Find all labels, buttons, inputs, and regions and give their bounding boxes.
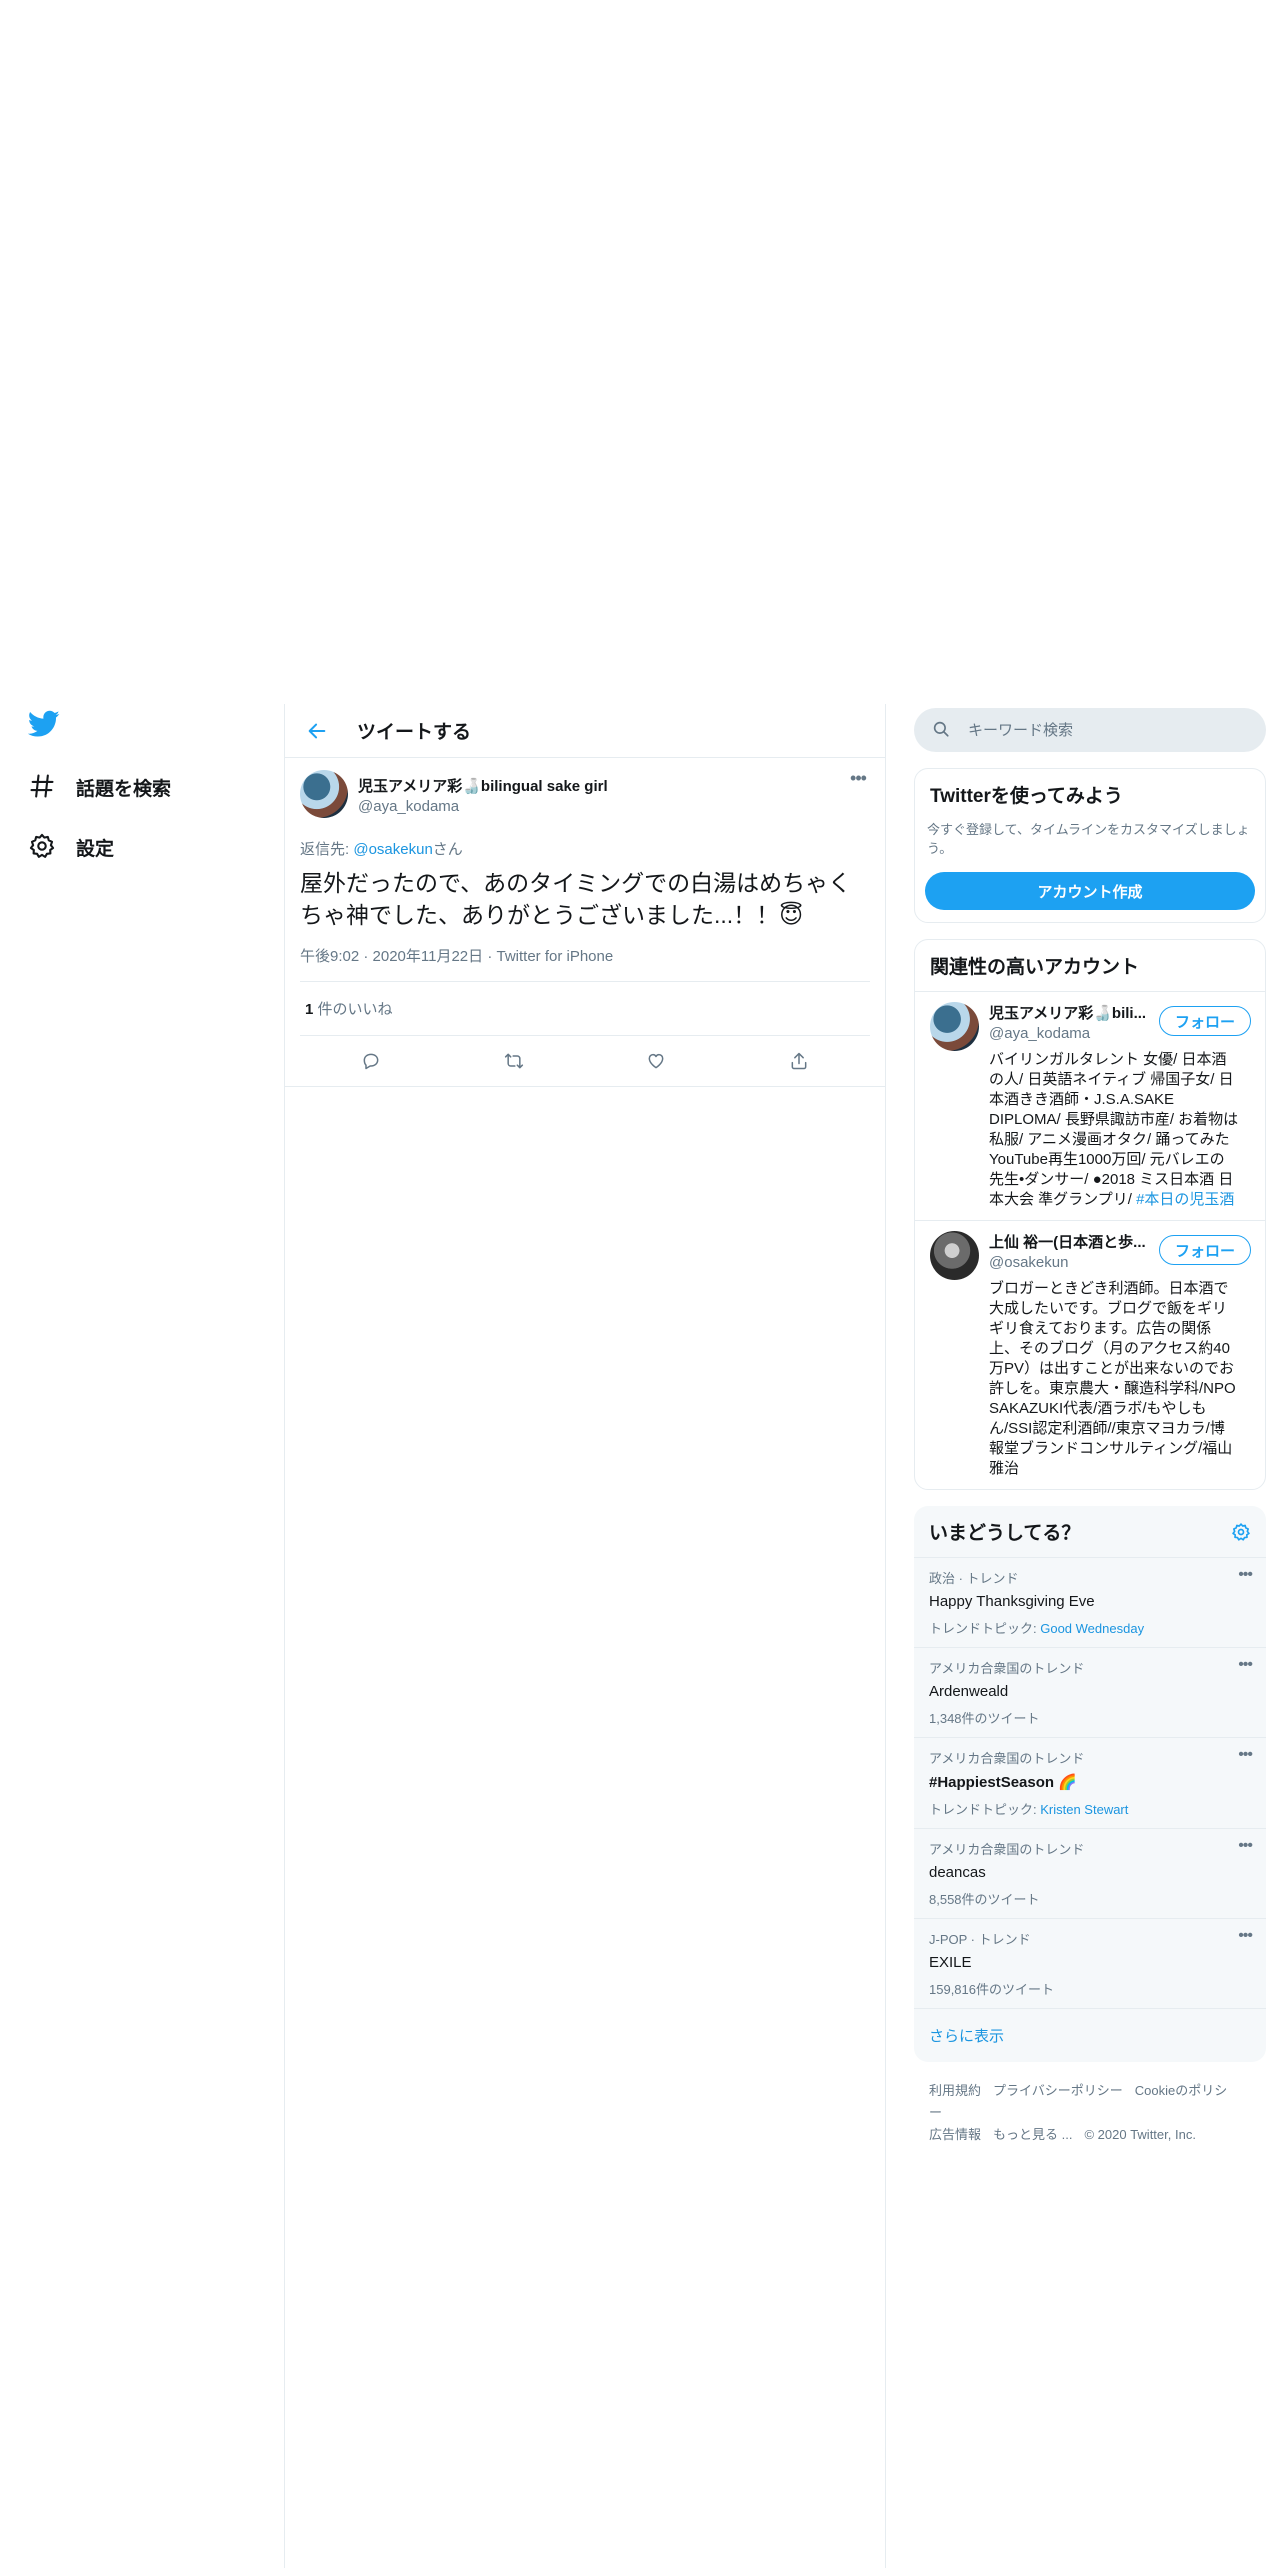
trend-item[interactable]: 政治 · トレンド Happy Thanksgiving Eve トレンドトピッ… bbox=[914, 1558, 1266, 1648]
trend-sub-label: トレンドトピック: bbox=[929, 1802, 1041, 1817]
trends-card: いまどうしてる？ 政治 · トレンド Happy Thanksgiving Ev… bbox=[914, 1506, 1266, 2062]
page-title: ツイートする bbox=[357, 722, 472, 743]
follow-button[interactable]: フォロー bbox=[1158, 1006, 1251, 1036]
footer: 利用規約 プライバシーポリシー Cookieのポリシー 広告情報 もっと見る ... ©… bbox=[914, 2080, 1266, 2146]
follow-button[interactable]: フォロー bbox=[1158, 1235, 1251, 1265]
trend-item[interactable]: アメリカ合衆国のトレンド #HappiestSeason 🌈 トレンドトピック:… bbox=[914, 1738, 1266, 1829]
trend-context: 政治 · トレンド bbox=[929, 1571, 1019, 1586]
avatar[interactable] bbox=[300, 770, 348, 818]
author-handle[interactable]: @aya_kodama bbox=[358, 798, 608, 815]
reply-button[interactable] bbox=[353, 1043, 389, 1079]
account-bio: ブロガーときどき利酒師。日本酒で大成したいです。ブログで飯をギリギリ食えておりま… bbox=[989, 1280, 1236, 1477]
avatar[interactable] bbox=[930, 1231, 979, 1280]
footer-terms-link[interactable]: 利用規約 bbox=[929, 2083, 981, 2098]
right-sidebar: Twitterを使ってみよう 今すぐ登録して、タイムラインをカスタマイズしましょ… bbox=[914, 704, 1266, 2146]
signup-card: Twitterを使ってみよう 今すぐ登録して、タイムラインをカスタマイズしましょ… bbox=[914, 768, 1266, 923]
hashtag-icon bbox=[28, 772, 58, 802]
trend-name: deancas bbox=[929, 1864, 986, 1881]
trend-subtext: トレンドトピック: Good Wednesday bbox=[929, 1618, 1251, 1637]
more-options-icon[interactable]: ••• bbox=[1238, 1656, 1253, 1674]
signup-title: Twitterを使ってみよう bbox=[930, 786, 1123, 807]
more-options-icon[interactable]: ••• bbox=[845, 769, 871, 792]
trend-item[interactable]: J-POP · トレンド EXILE 159,816件のツイート ••• bbox=[914, 1919, 1266, 2009]
reply-suffix: さん bbox=[432, 841, 463, 858]
account-name[interactable]: 児玉アメリア彩🍶bili... bbox=[989, 1002, 1149, 1023]
trend-subtext: 8,558件のツイート bbox=[929, 1892, 1040, 1907]
trend-sub-label: トレンドトピック: bbox=[929, 1621, 1041, 1636]
trends-settings-gear-icon[interactable] bbox=[1231, 1522, 1251, 1542]
more-options-icon[interactable]: ••• bbox=[1238, 1746, 1253, 1764]
twitter-bird-icon[interactable] bbox=[28, 710, 64, 746]
main-header: ツイートする bbox=[285, 704, 885, 758]
likes-label: 件のいいね bbox=[313, 1001, 393, 1018]
heart-icon bbox=[646, 1051, 666, 1071]
show-more-link[interactable]: さらに表示 bbox=[914, 2009, 1266, 2062]
more-options-icon[interactable]: ••• bbox=[1238, 1837, 1253, 1855]
trend-name: #HappiestSeason 🌈 bbox=[929, 1774, 1077, 1791]
tweet-detail: 児玉アメリア彩🍶bilingual sake girl @aya_kodama … bbox=[285, 758, 885, 1085]
bio-hashtag-link[interactable]: #本日の児玉酒 bbox=[1136, 1191, 1234, 1208]
back-button[interactable] bbox=[299, 713, 335, 749]
back-arrow-icon bbox=[306, 720, 328, 742]
divider bbox=[285, 1086, 885, 1087]
trend-subtext: 159,816件のツイート bbox=[929, 1982, 1054, 1997]
trend-topic-link[interactable]: Kristen Stewart bbox=[1040, 1802, 1128, 1817]
author-name[interactable]: 児玉アメリア彩🍶bilingual sake girl bbox=[358, 775, 608, 796]
copyright: © 2020 Twitter, Inc. bbox=[1084, 2127, 1196, 2142]
gear-icon bbox=[28, 832, 58, 862]
related-account[interactable]: 児玉アメリア彩🍶bili... @aya_kodama バイリンガルタレント 女… bbox=[915, 991, 1265, 1220]
trend-name: EXILE bbox=[929, 1954, 972, 1971]
create-account-button[interactable]: アカウント作成 bbox=[925, 872, 1255, 910]
search-input[interactable] bbox=[966, 720, 1250, 740]
reply-to: 返信先: @osakekunさん bbox=[300, 838, 870, 859]
trend-context: J-POP · トレンド bbox=[929, 1932, 1031, 1947]
retweet-button[interactable] bbox=[496, 1043, 532, 1079]
nav-settings[interactable]: 設定 bbox=[28, 829, 114, 865]
share-button[interactable] bbox=[781, 1043, 817, 1079]
trends-title: いまどうしてる？ bbox=[929, 1523, 1081, 1544]
more-options-icon[interactable]: ••• bbox=[1238, 1927, 1253, 1945]
likes-count[interactable]: 1 件のいいね bbox=[300, 982, 870, 1036]
footer-more-link[interactable]: もっと見る ... bbox=[993, 2127, 1072, 2142]
trend-topic-link[interactable]: Good Wednesday bbox=[1040, 1621, 1144, 1636]
footer-privacy-link[interactable]: プライバシーポリシー bbox=[993, 2083, 1123, 2098]
trend-context: アメリカ合衆国のトレンド bbox=[929, 1661, 1085, 1676]
nav-explore[interactable]: 話題を検索 bbox=[28, 769, 171, 805]
like-button[interactable] bbox=[638, 1043, 674, 1079]
tweet-actions bbox=[300, 1036, 870, 1085]
related-title: 関連性の高いアカウント bbox=[930, 957, 1140, 978]
nav-settings-label: 設定 bbox=[76, 838, 115, 860]
related-accounts-card: 関連性の高いアカウント 児玉アメリア彩🍶bili... @aya_kodama … bbox=[914, 939, 1266, 1490]
related-account[interactable]: 上仙 裕一(日本酒と歩... @osakekun ブロガーときどき利酒師。日本酒… bbox=[915, 1220, 1265, 1489]
nav-explore-label: 話題を検索 bbox=[76, 778, 172, 800]
trend-subtext: 1,348件のツイート bbox=[929, 1711, 1040, 1726]
avatar[interactable] bbox=[930, 1002, 979, 1051]
trend-name: Happy Thanksgiving Eve bbox=[929, 1593, 1095, 1610]
reply-to-link[interactable]: @osakekun bbox=[353, 841, 432, 858]
tweet-timestamp[interactable]: 午後9:02 · 2020年11月22日 · Twitter for iPhon… bbox=[300, 945, 870, 982]
signup-description: 今すぐ登録して、タイムラインをカスタマイズしましょう。 bbox=[927, 822, 1250, 856]
tweet-author[interactable]: 児玉アメリア彩🍶bilingual sake girl @aya_kodama bbox=[300, 758, 870, 818]
account-bio: バイリンガルタレント 女優/ 日本酒の人/ 日英語ネイティブ 帰国子女/ 日本酒… bbox=[989, 1050, 1239, 1210]
reply-prefix: 返信先: bbox=[300, 841, 354, 858]
main-column: ツイートする 児玉アメリア彩🍶bilingual sake girl @aya_… bbox=[284, 704, 886, 2568]
trend-context: アメリカ合衆国のトレンド bbox=[929, 1842, 1085, 1857]
tweet-text: 屋外だったので、あのタイミングでの白湯はめちゃくちゃ神でした、ありがとうございま… bbox=[300, 870, 852, 928]
retweet-icon bbox=[503, 1051, 525, 1071]
trend-subtext: トレンドトピック: Kristen Stewart bbox=[929, 1799, 1251, 1818]
account-name[interactable]: 上仙 裕一(日本酒と歩... bbox=[989, 1231, 1149, 1252]
trend-name: Ardenweald bbox=[929, 1683, 1009, 1700]
account-bio-text: バイリンガルタレント 女優/ 日本酒の人/ 日英語ネイティブ 帰国子女/ 日本酒… bbox=[989, 1051, 1239, 1208]
share-icon bbox=[789, 1051, 809, 1071]
trend-item[interactable]: アメリカ合衆国のトレンド Ardenweald 1,348件のツイート ••• bbox=[914, 1648, 1266, 1738]
trend-item[interactable]: アメリカ合衆国のトレンド deancas 8,558件のツイート ••• bbox=[914, 1829, 1266, 1919]
search-icon bbox=[932, 720, 952, 740]
search-box[interactable] bbox=[914, 708, 1266, 752]
reply-icon bbox=[361, 1051, 381, 1071]
more-options-icon[interactable]: ••• bbox=[1238, 1566, 1253, 1584]
footer-ads-link[interactable]: 広告情報 bbox=[929, 2127, 981, 2142]
trend-context: アメリカ合衆国のトレンド bbox=[929, 1751, 1085, 1766]
